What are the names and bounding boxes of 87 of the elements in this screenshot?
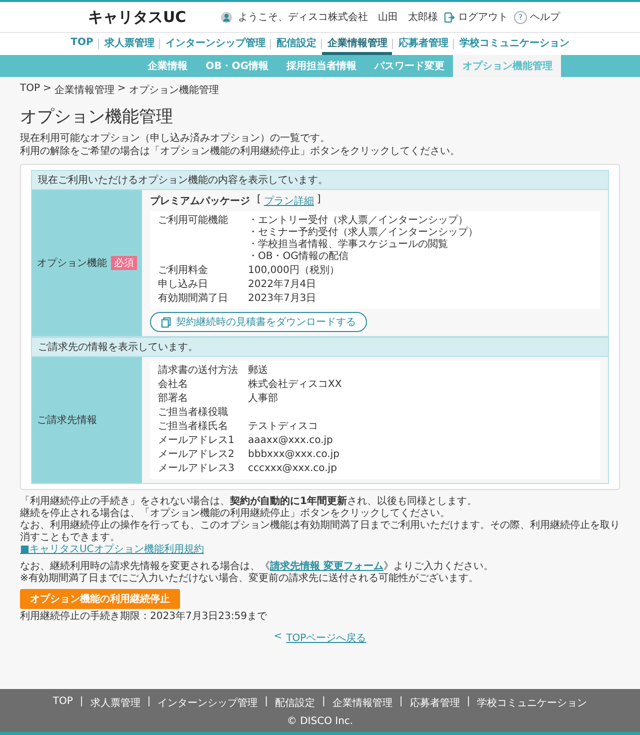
page-title: オプション機能管理 — [20, 106, 174, 128]
note-text: 「利用継続停止の手続き」をされない場合は、契約が自動的に1年間更新され、以後も同様とします。 — [20, 496, 477, 508]
field-value: テストディスコ — [248, 421, 318, 433]
logo-text: キャリタスUC — [88, 8, 186, 26]
footer-separator: | — [466, 696, 470, 709]
field-value: bbbxxx@xxx.co.jp — [248, 449, 340, 461]
note-text: 継続を停止される場合は、「オプション機能の利用継続停止」ボタンをクリックしてください。 — [20, 508, 450, 520]
nav-tab[interactable]: TOP — [66, 33, 98, 55]
download-button[interactable]: 契約継続時の見積書をダウンロードする — [150, 312, 367, 332]
field-value: ・セミナー予約受付（求人票／インターンシップ） — [248, 227, 478, 238]
footer-link[interactable]: 応募者管理 — [410, 696, 460, 710]
footer-separator: | — [264, 696, 268, 709]
note-text: なお、継続利用時の請求先情報を変更される場合は、《請求先情報 変更フォーム》よりご入力ください。 — [20, 561, 494, 572]
field-label: ご担当者様役職 — [158, 407, 229, 419]
package-name: プレミアムパッケージ — [150, 194, 250, 208]
field-value: 郵送 — [248, 365, 268, 377]
user-icon — [221, 12, 232, 22]
caution-text: ※有効期間満了日までにご入力いただけない場合、変更前の請求先に送付される可能性がございます。 — [20, 573, 478, 585]
row-header-text: ご請求先情報 — [37, 414, 97, 427]
nav-tab[interactable]: 配信設定 — [271, 33, 322, 55]
subnav-tab[interactable]: パスワード変更 — [365, 55, 454, 77]
back-link[interactable]: TOPページへ戻る — [286, 631, 366, 645]
logout-icon — [444, 12, 455, 22]
nav-tab[interactable]: 学校コミュニケーション — [454, 33, 574, 55]
breadcrumb-separator: > — [117, 83, 126, 96]
bracket-text: [ — [257, 194, 261, 207]
section-caption: ご請求先の情報を表示しています。 — [31, 337, 609, 357]
required-badge: 必須 — [111, 256, 137, 270]
subnav-tab[interactable]: 採用担当者情報 — [277, 55, 366, 77]
intro-text: 利用の解除をご希望の場合は「オプション機能の利用継続停止」ボタンをクリックしてください。 — [20, 145, 461, 158]
field-value: cccxxx@xxx.co.jp — [248, 463, 337, 475]
plan-detail-link[interactable]: プラン詳細 — [264, 194, 314, 208]
field-value: 株式会社ディスコXX — [248, 379, 342, 391]
field-label: メールアドレス3 — [158, 463, 236, 475]
section-caption: 現在ご利用いただけるオプション機能の内容を表示しています。 — [31, 170, 609, 190]
field-value: 2023年7月3日 — [248, 293, 316, 305]
field-value: 人事部 — [248, 393, 278, 405]
bracket-text: ] — [316, 194, 321, 207]
footer-separator: | — [322, 696, 326, 709]
footer-link[interactable]: 学校コミュニケーション — [477, 696, 588, 710]
field-label: 請求書の送付方法 — [158, 365, 239, 377]
nav-tab[interactable]: 応募者管理 — [393, 33, 454, 55]
footer-link[interactable]: 求人票管理 — [90, 696, 140, 710]
field-label: 有効期間満了日 — [158, 293, 229, 305]
breadcrumb-link[interactable]: 企業情報管理 — [54, 83, 114, 97]
breadcrumb-link[interactable]: TOP — [20, 83, 40, 97]
subnav-tab[interactable]: OB・OG情報 — [196, 55, 278, 77]
field-value: ・エントリー受付（求人票／インターンシップ） — [248, 215, 469, 226]
deadline-text: 利用継続停止の手続き期限：2023年7月3日23:59まで — [20, 611, 267, 623]
field-value: 100,000円（税別） — [248, 265, 340, 277]
field-label: ご利用可能機能 — [158, 215, 229, 228]
footer-separator: | — [147, 696, 151, 709]
field-label: 部署名 — [158, 393, 189, 405]
help-link[interactable]: ? ヘルプ — [514, 10, 560, 24]
field-label: 申し込み日 — [158, 279, 209, 291]
breadcrumb-current-text: オプション機能管理 — [128, 84, 219, 97]
field-label: ご担当者様氏名 — [158, 421, 229, 433]
footer-separator: | — [80, 696, 84, 709]
field-value: aaaxx@xxx.co.jp — [248, 435, 333, 447]
footer-separator: | — [399, 696, 403, 709]
copyright-text: © DISCO Inc. — [286, 716, 354, 727]
subnav-tab[interactable]: 企業情報 — [138, 55, 197, 77]
change-form-link[interactable]: 請求先情報 変更フォーム — [270, 561, 384, 572]
copy-icon — [161, 316, 172, 328]
field-label: 会社名 — [158, 379, 189, 391]
back-arrow-text: < — [274, 631, 282, 644]
breadcrumb-separator: > — [43, 83, 52, 96]
nav-tab[interactable]: インターンシップ管理 — [160, 33, 270, 55]
note-text: なお、利用継続停止の操作を行っても、このオプション機能は有効期間満了日までご利用いただけます。その際、利用継続停止を取り消すこともできます。 — [20, 520, 620, 544]
field-value: ・OB・OG情報の配信 — [248, 251, 350, 263]
logout-link[interactable]: ログアウト — [444, 10, 508, 24]
stop-button[interactable]: オプション機能の利用継続停止 — [20, 589, 180, 609]
field-label: メールアドレス2 — [158, 449, 236, 461]
welcome-text: ようこそ、ディスコ株式会社 山田 太郎様 — [238, 10, 438, 24]
subnav-tab[interactable]: オプション機能管理 — [453, 55, 562, 77]
intro-text: 現在利用可能なオプション（申し込み済みオプション）の一覧です。 — [20, 132, 331, 145]
footer-link[interactable]: TOP — [52, 696, 73, 710]
terms-link[interactable]: ■キャリタスUCオプション機能利用規約 — [20, 544, 204, 556]
nav-tab[interactable]: 求人票管理 — [99, 33, 160, 55]
footer-link[interactable]: インターンシップ管理 — [158, 696, 258, 710]
field-value: ・学校担当者情報、学事スケジュールの閲覧 — [248, 239, 449, 250]
field-label: ご利用料金 — [158, 265, 209, 277]
footer-link[interactable]: 配信設定 — [275, 696, 315, 710]
field-label: メールアドレス1 — [158, 435, 236, 447]
row-header-text: オプション機能 — [37, 256, 107, 270]
field-value: 2022年7月4日 — [248, 279, 316, 291]
footer-link[interactable]: 企業情報管理 — [332, 696, 392, 710]
